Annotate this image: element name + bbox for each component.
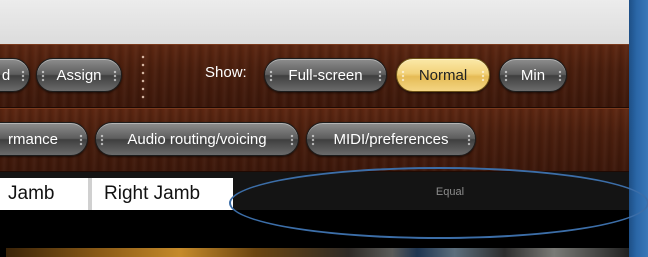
- tab-left-jamb[interactable]: Jamb: [0, 178, 88, 210]
- grip-dots-icon: [79, 134, 83, 146]
- min-button[interactable]: Min: [499, 58, 567, 92]
- display-toolbar: d Assign Show: Full-screen Normal Min: [0, 44, 629, 108]
- grip-dots-icon: [481, 70, 485, 82]
- performance-button-label: rmance: [7, 131, 59, 148]
- grip-dots-icon: [401, 70, 405, 82]
- performance-button[interactable]: rmance: [0, 122, 88, 156]
- grip-dots-icon: [311, 134, 315, 146]
- tab-left-jamb-label: Jamb: [8, 183, 55, 204]
- normal-button[interactable]: Normal: [396, 58, 490, 92]
- tab-right-jamb-label: Right Jamb: [104, 183, 201, 204]
- partial-left-button[interactable]: d: [0, 58, 30, 92]
- grip-dots-icon: [290, 134, 294, 146]
- annotation-ellipse: [229, 167, 648, 239]
- section-toolbar: rmance Audio routing/voicing MIDI/prefer…: [0, 108, 629, 172]
- tab-right-jamb[interactable]: Right Jamb: [92, 178, 233, 210]
- grip-dots-icon: [41, 70, 45, 82]
- normal-button-label: Normal: [418, 67, 468, 84]
- grip-dots-icon: [467, 134, 471, 146]
- grip-dots-icon: [504, 70, 508, 82]
- min-button-label: Min: [520, 67, 546, 84]
- desktop-background: [629, 0, 648, 257]
- grip-dots-icon: [269, 70, 273, 82]
- console-photo: [6, 248, 629, 257]
- assign-button-label: Assign: [56, 67, 102, 84]
- title-bar: [0, 0, 629, 45]
- fullscreen-button-label: Full-screen: [288, 67, 363, 84]
- partial-left-button-label: d: [1, 67, 11, 84]
- grip-dots-icon: [21, 70, 25, 82]
- midi-preferences-button[interactable]: MIDI/preferences: [306, 122, 476, 156]
- grip-dots-icon: [558, 70, 562, 82]
- audio-routing-button[interactable]: Audio routing/voicing: [95, 122, 299, 156]
- grip-dots-icon: [113, 70, 117, 82]
- show-label: Show:: [205, 64, 247, 81]
- midi-preferences-button-label: MIDI/preferences: [333, 131, 449, 148]
- fullscreen-button[interactable]: Full-screen: [264, 58, 387, 92]
- grip-dots-icon: [100, 134, 104, 146]
- toolbar-drag-handle[interactable]: [140, 53, 146, 99]
- assign-button[interactable]: Assign: [36, 58, 122, 92]
- audio-routing-button-label: Audio routing/voicing: [127, 131, 267, 148]
- grip-dots-icon: [378, 70, 382, 82]
